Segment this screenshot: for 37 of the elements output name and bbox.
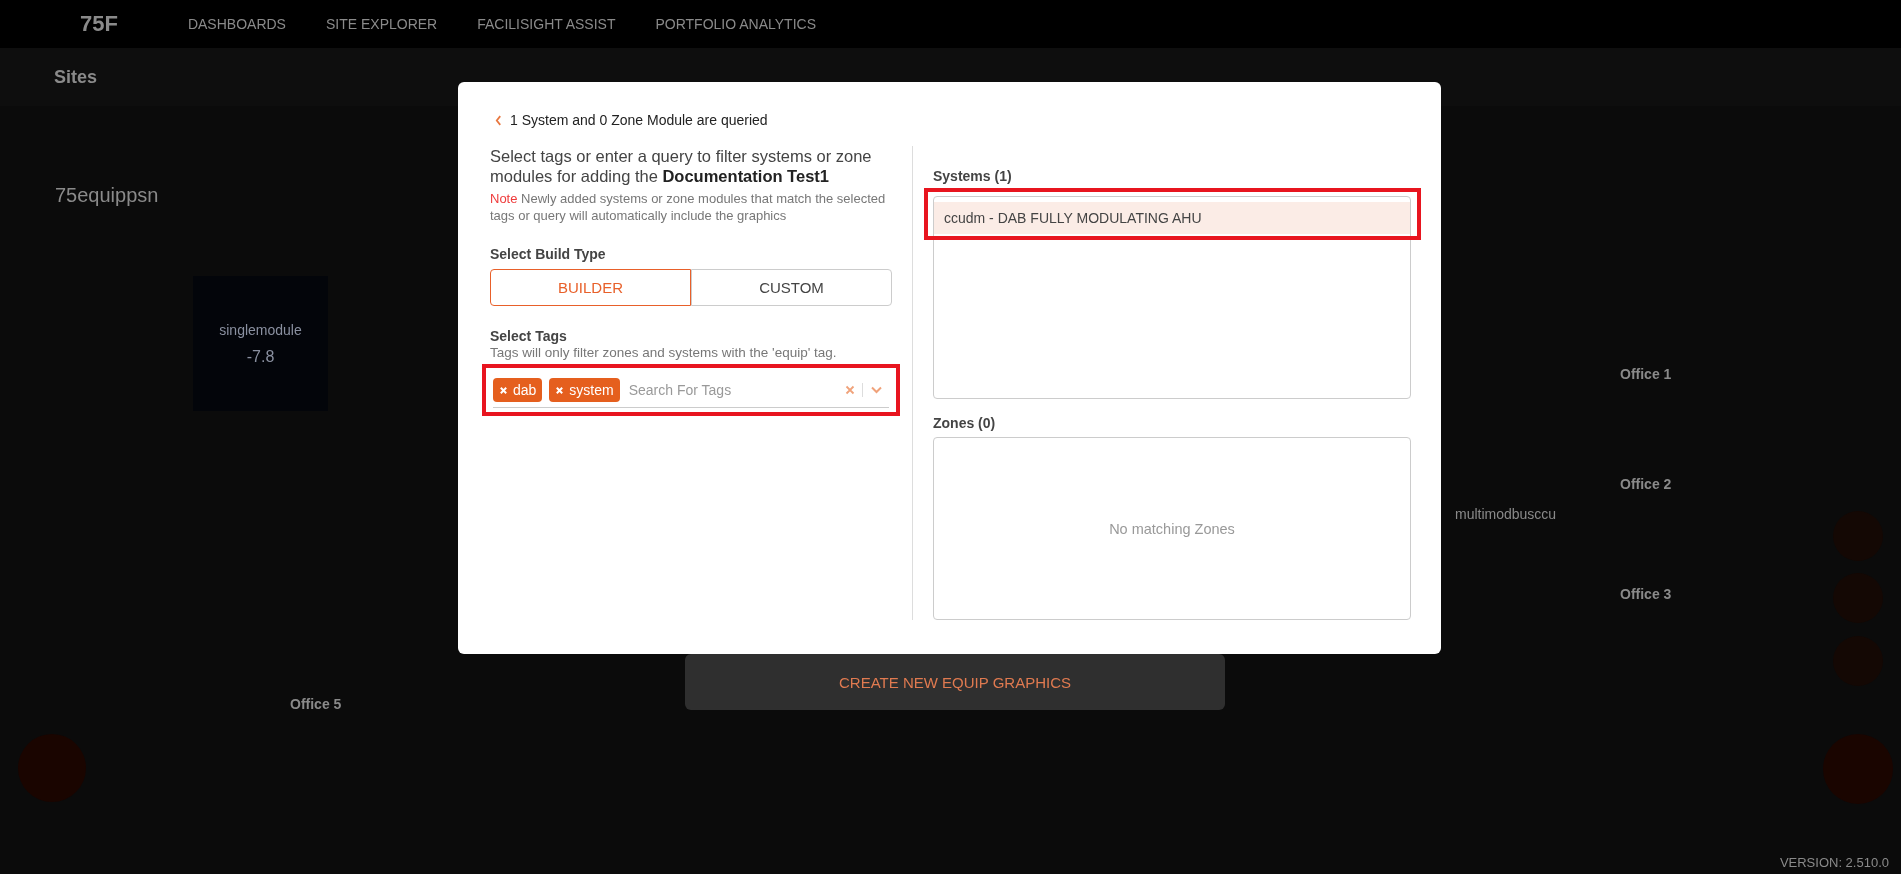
remove-icon[interactable]: [499, 385, 508, 395]
intro-text: Select tags or enter a query to filter systems or zone modules for adding the Documentation Test1: [490, 146, 873, 186]
query-summary: 1 System and 0 Zone Module are queried: [510, 112, 768, 128]
nav-link[interactable]: FACILISIGHT ASSIST: [477, 16, 616, 32]
version-label: VERSION: 2.510.0: [1779, 855, 1889, 870]
room-label: Office 1: [1620, 366, 1672, 382]
dropdown-caret-icon[interactable]: [870, 386, 883, 394]
zone-card[interactable]: singlemodule -7.8: [193, 276, 328, 411]
room-label: multimodbusccu: [1455, 506, 1557, 522]
clear-icon[interactable]: [845, 385, 855, 395]
tags-hint: Tags will only filter zones and systems with the 'equip' tag.: [490, 345, 838, 360]
system-row[interactable]: ccudm - DAB FULLY MODULATING AHU: [934, 202, 1410, 234]
room-label: Office 5: [290, 696, 342, 712]
nav-link[interactable]: SITE EXPLORER: [325, 16, 438, 32]
tags-label: Select Tags: [490, 328, 568, 344]
systems-heading: Systems (1): [933, 168, 1013, 184]
room-label: Office 2: [1620, 476, 1672, 492]
tag-chip[interactable]: system: [549, 378, 620, 402]
zone-reading: -7.8: [246, 347, 275, 366]
back-chevron-icon[interactable]: [495, 114, 502, 126]
floor-title: 75equippsn: [55, 184, 159, 207]
tag-select-field[interactable]: dab system Search For Tags: [493, 373, 889, 408]
build-type-tab[interactable]: BUILDER: [490, 269, 691, 306]
logo: 75F: [80, 11, 118, 37]
zones-heading: Zones (0): [933, 415, 997, 431]
empty-message: No matching Zones: [1109, 520, 1235, 537]
build-type-tab[interactable]: CUSTOM: [691, 269, 892, 306]
nav-link[interactable]: DASHBOARDS: [187, 16, 286, 32]
build-type-label: Select Build Type: [490, 246, 607, 262]
remove-icon[interactable]: [555, 385, 565, 395]
nav-link[interactable]: PORTFOLIO ANALYTICS: [655, 16, 816, 32]
sites-label: Sites: [54, 66, 98, 88]
tag-chip[interactable]: dab: [493, 378, 543, 402]
create-graphics-button[interactable]: CREATE NEW EQUIP GRAPHICS: [685, 654, 1225, 710]
note-text: Note Newly added systems or zone modules that match the selected tags or query will automatically include the graphics: [490, 190, 887, 224]
zone-name: singlemodule: [219, 321, 302, 338]
room-label: Office 3: [1620, 586, 1672, 602]
